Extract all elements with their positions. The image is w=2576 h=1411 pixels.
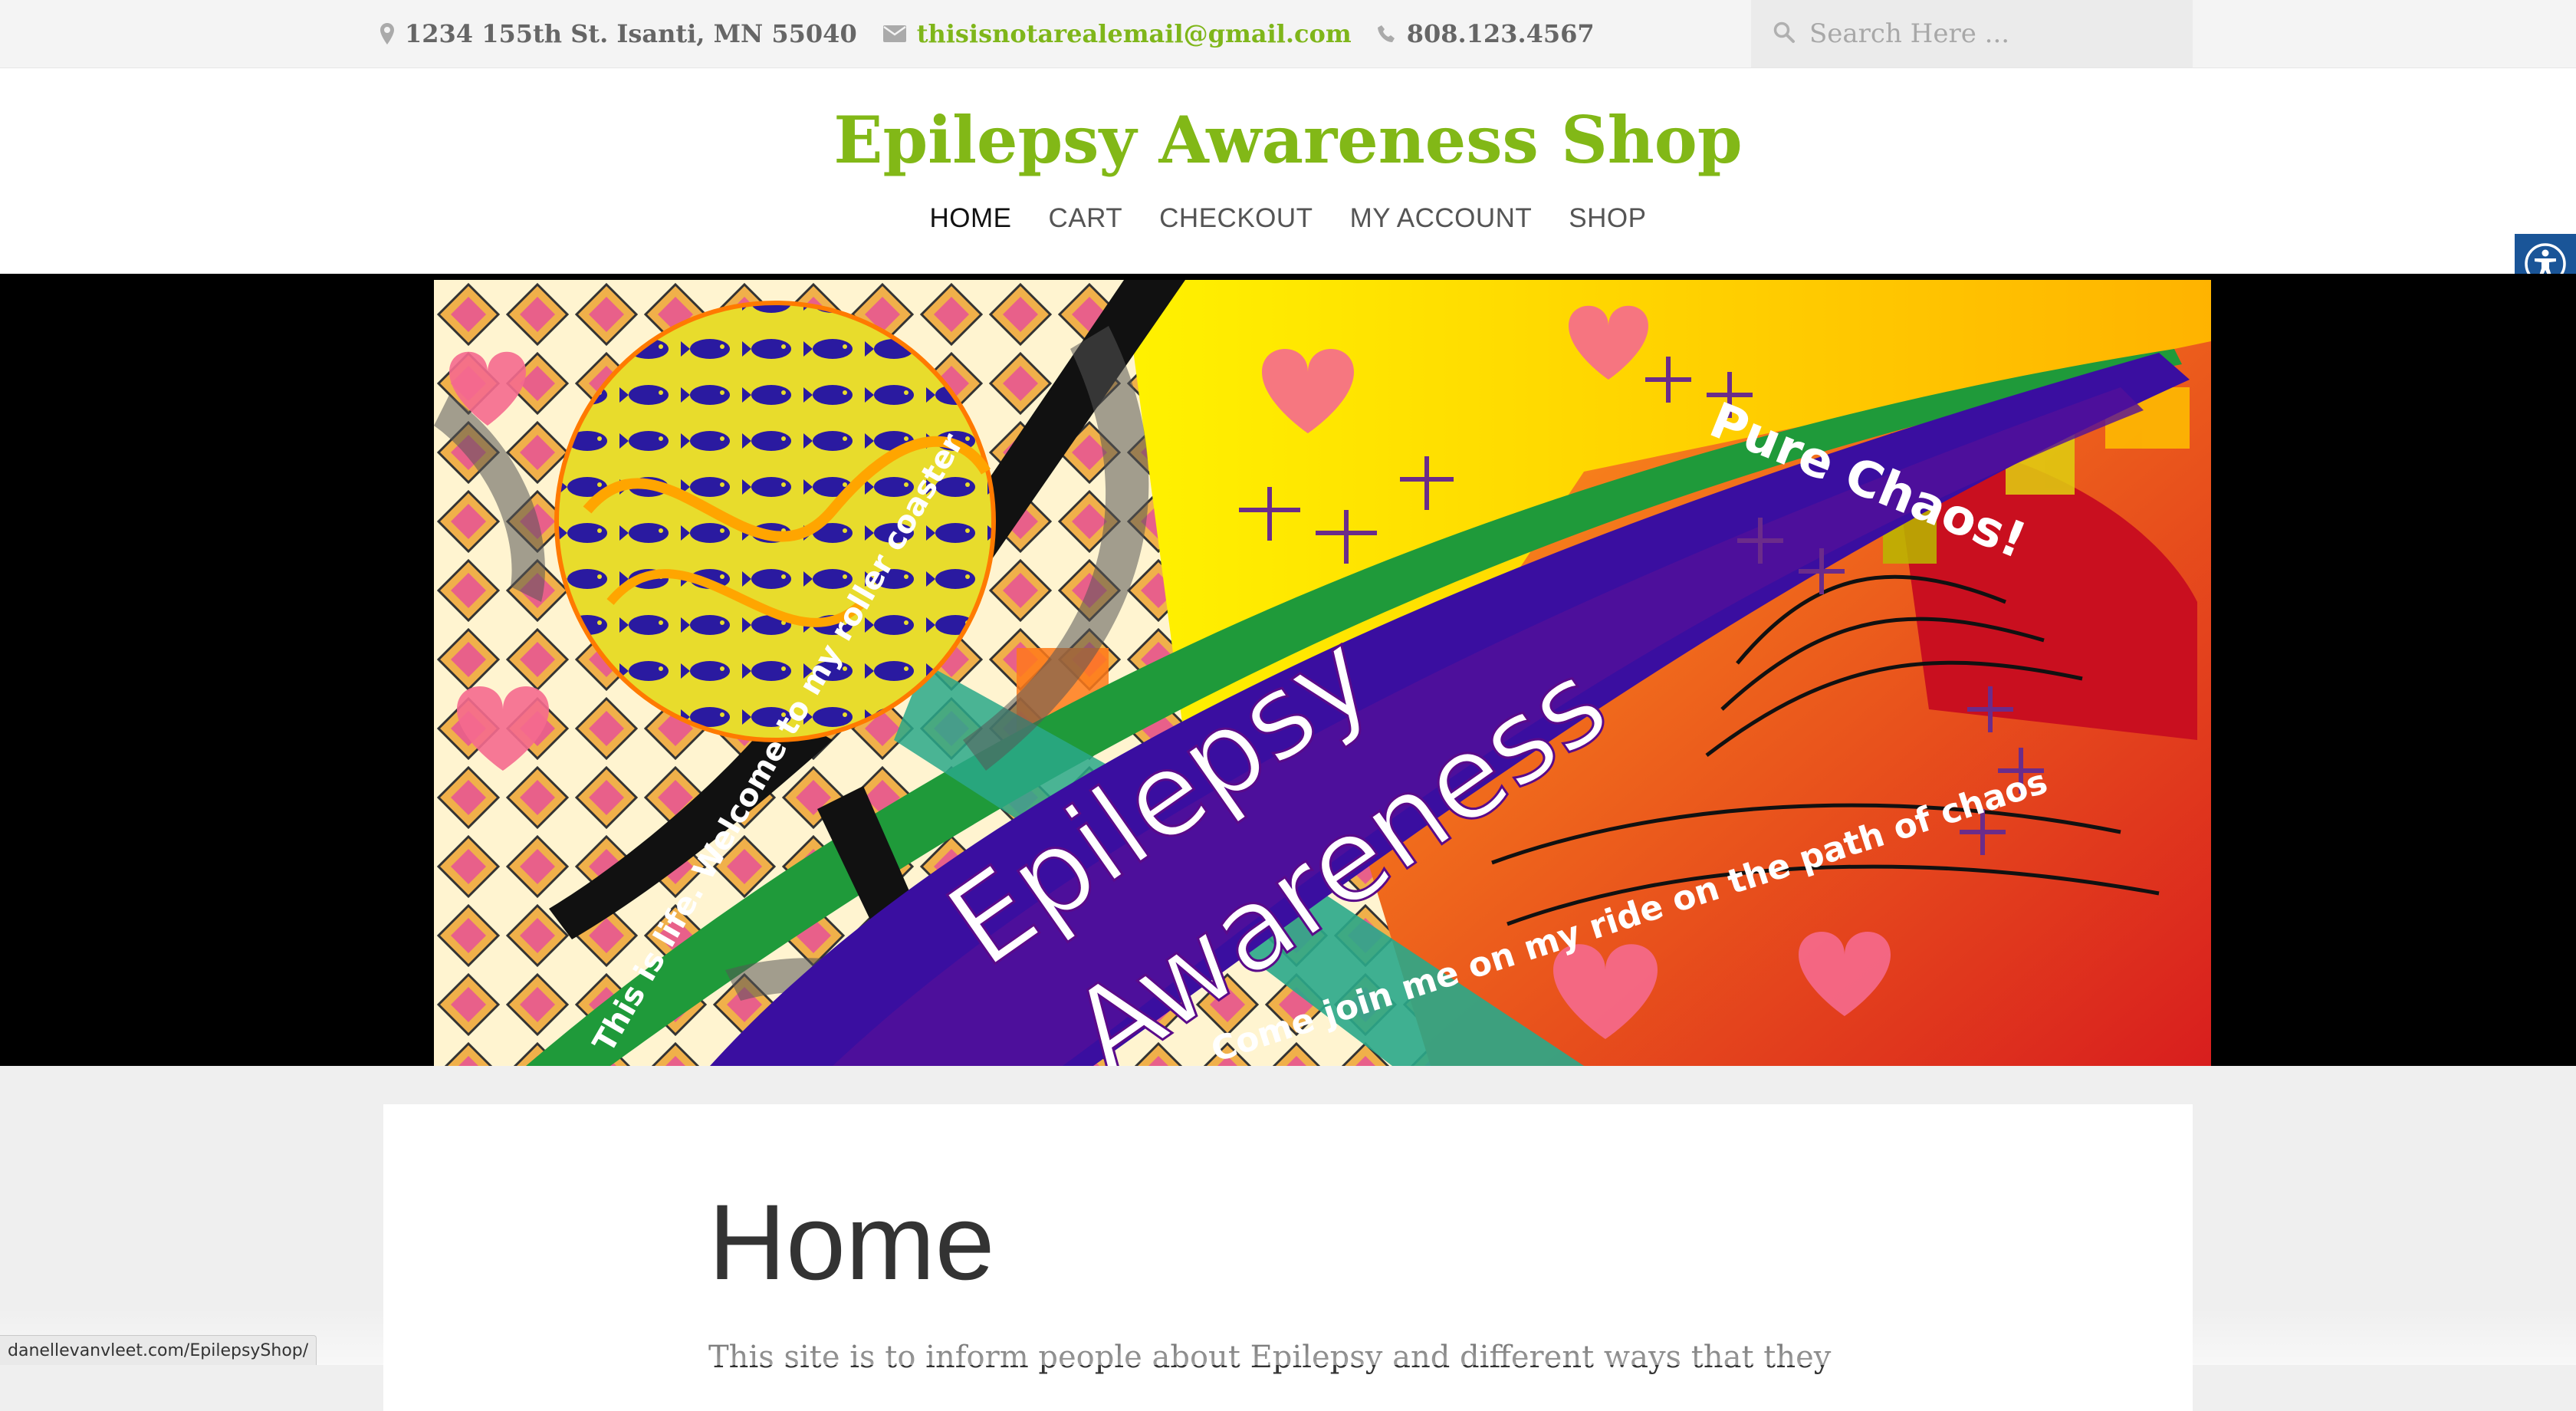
email-text[interactable]: thisisnotarealemail@gmail.com <box>917 19 1352 48</box>
page-title: Home <box>708 1182 995 1302</box>
search-input[interactable] <box>1808 18 2179 50</box>
contact-info: 1234 155th St. Isanti, MN 55040 thisisno… <box>380 0 1595 67</box>
nav-item-checkout[interactable]: CHECKOUT <box>1159 203 1313 234</box>
banner-band: Epilepsy Awareness Pure Chaos! Come join… <box>0 274 2576 1066</box>
hero-banner: Epilepsy Awareness Pure Chaos! Come join… <box>434 280 2211 1066</box>
address: 1234 155th St. Isanti, MN 55040 <box>380 19 857 48</box>
nav-item-home[interactable]: HOME <box>930 203 1012 234</box>
main-nav: HOME CART CHECKOUT MY ACCOUNT SHOP <box>0 203 2576 234</box>
phone-text: 808.123.4567 <box>1406 19 1595 48</box>
nav-item-my-account[interactable]: MY ACCOUNT <box>1350 203 1533 234</box>
nav-item-shop[interactable]: SHOP <box>1569 203 1646 234</box>
banner-artwork: Epilepsy Awareness Pure Chaos! Come join… <box>434 280 2211 1066</box>
search-icon <box>1751 21 1796 47</box>
address-text: 1234 155th St. Isanti, MN 55040 <box>405 19 857 48</box>
status-bar-url: danellevanvleet.com/EpilepsyShop/ <box>0 1335 317 1365</box>
site-title[interactable]: Epilepsy Awareness Shop <box>0 102 2576 179</box>
site-header: Epilepsy Awareness Shop HOME CART CHECKO… <box>0 68 2576 297</box>
search-box[interactable] <box>1751 0 2193 67</box>
email-link[interactable]: thisisnotarealemail@gmail.com <box>882 19 1352 48</box>
map-marker-icon <box>380 23 394 44</box>
content-card: Home This site is to inform people about… <box>383 1104 2193 1411</box>
top-bar: 1234 155th St. Isanti, MN 55040 thisisno… <box>0 0 2576 68</box>
intro-text: This site is to inform people about Epil… <box>708 1340 1832 1375</box>
phone-icon <box>1377 25 1396 43</box>
nav-item-cart[interactable]: CART <box>1049 203 1123 234</box>
phone: 808.123.4567 <box>1377 19 1595 48</box>
envelope-icon <box>882 25 906 42</box>
